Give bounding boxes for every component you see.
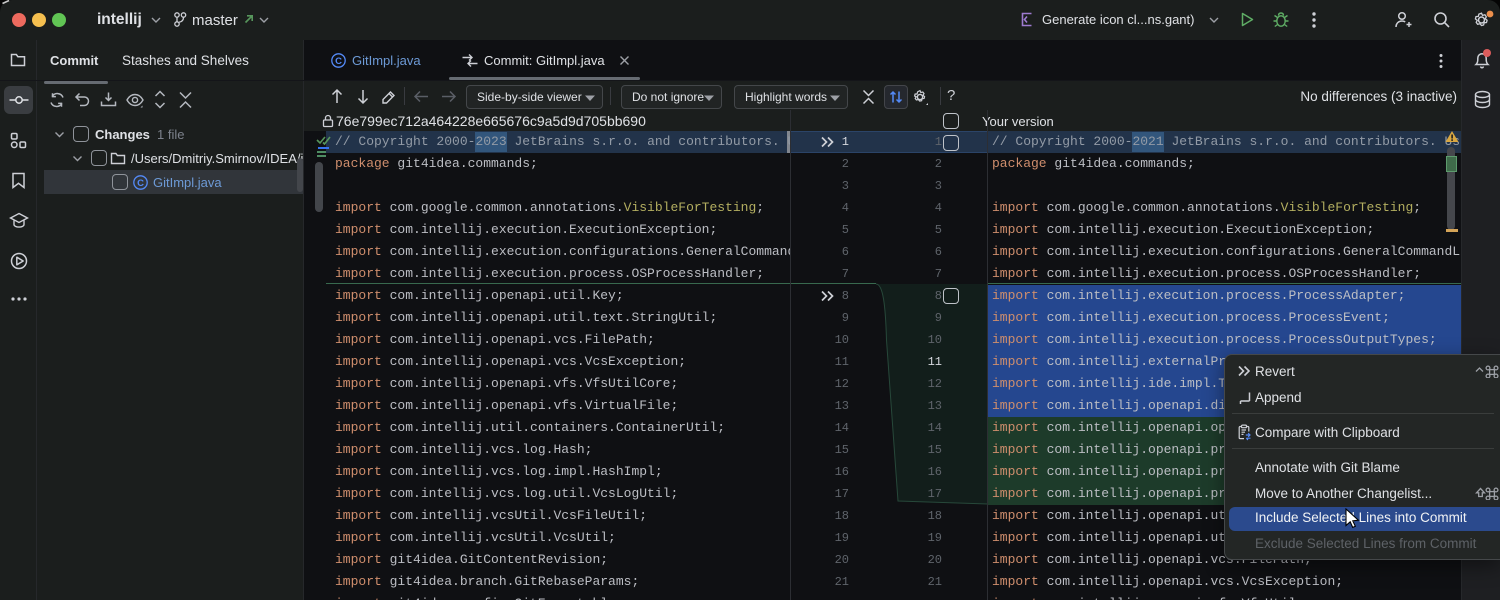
svg-text:C: C [335,56,342,67]
svg-text:C: C [137,178,144,189]
